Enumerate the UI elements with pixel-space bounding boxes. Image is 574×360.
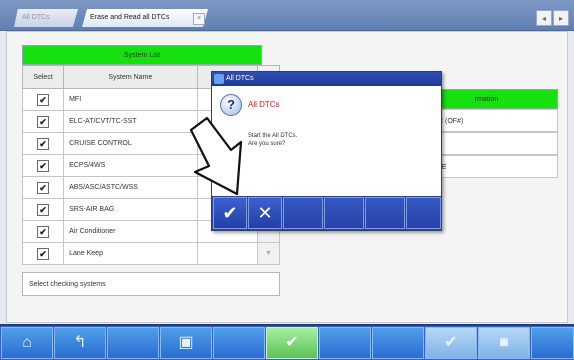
table-row[interactable]: ✔ Lane Keep ▼ [21,242,281,265]
confirm-icon[interactable]: ✔ [266,327,318,359]
select-checkbox[interactable]: ✔ [37,159,50,172]
select-checkbox[interactable]: ✔ [37,181,50,194]
dialog-heading: All DTCs [248,100,280,109]
select-checkbox[interactable]: ✔ [37,137,50,150]
tab-erase-read-all-dtcs[interactable]: Erase and Read all DTCs [82,9,208,27]
home-icon[interactable]: ⌂ [1,327,53,359]
empty-button [324,197,364,229]
empty-button [365,197,405,229]
toolbar-button-11[interactable] [531,327,574,359]
app-window: All DTCs Erase and Read all DTCs × ◂ ▸ S… [0,0,574,360]
tab-next-button[interactable]: ▸ [553,10,569,26]
column-header-select: Select [21,65,65,89]
select-checkbox[interactable]: ✔ [37,203,50,216]
toolbar-button-5[interactable] [213,327,265,359]
tab-all-dtcs[interactable]: All DTCs [14,9,78,27]
system-name-cell: Lane Keep [63,242,198,265]
pointer-arrow-icon [189,116,243,196]
tab-bar: All DTCs Erase and Read all DTCs × ◂ ▸ [0,0,574,31]
scroll-down-icon[interactable]: ▼ [256,242,281,265]
select-checkbox[interactable]: ✔ [37,225,50,238]
tab-prev-button[interactable]: ◂ [536,10,552,26]
empty-button [283,197,323,229]
select-checkbox[interactable]: ✔ [37,93,50,106]
toolbar-button-7[interactable] [319,327,371,359]
system-name-cell: Air Conditioner [63,220,198,243]
select-checkbox[interactable]: ✔ [37,247,50,260]
select-checkbox[interactable]: ✔ [37,115,50,128]
toolbar-button-3[interactable] [107,327,159,359]
check-icon[interactable]: ✔ [425,327,477,359]
system-list-title: System List [22,45,262,65]
square-icon[interactable]: ■ [478,327,530,359]
dialog-message: Start the All DTCs. Are you sure? [248,133,298,147]
status-message: Select checking systems [22,272,280,296]
back-icon[interactable]: ↰ [54,327,106,359]
dialog-title-bar: All DTCs [212,72,441,86]
bottom-toolbar: ⌂ ↰ ▣ ✔ ✔ ■ [0,324,574,360]
toolbar-button-8[interactable] [372,327,424,359]
app-icon [214,74,224,84]
tab-close-icon[interactable]: × [193,13,205,25]
column-header-system-name: System Name [63,65,198,89]
system-name-cell: MFI [63,88,198,111]
dialog-title: All DTCs [226,75,254,82]
print-icon[interactable]: ▣ [160,327,212,359]
empty-button [406,197,441,229]
